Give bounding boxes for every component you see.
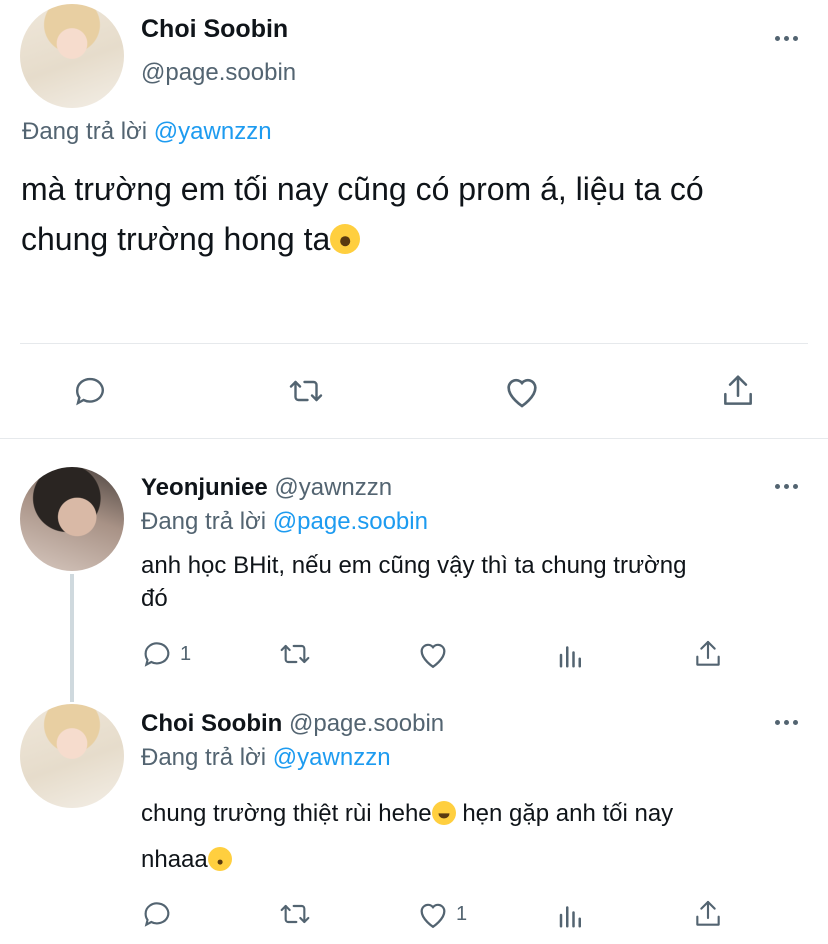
analytics-icon[interactable] [556, 900, 586, 930]
grinning-emoji-icon [431, 801, 456, 825]
author-handle[interactable]: @page.soobin [141, 59, 296, 87]
reply-prefix: Đang trả lời [22, 118, 148, 145]
share-icon[interactable] [719, 371, 757, 411]
author-name[interactable]: Choi Soobin [141, 15, 288, 44]
divider [0, 438, 828, 439]
author-name[interactable]: Yeonjuniee [141, 474, 268, 501]
avatar[interactable] [20, 704, 124, 808]
reply-icon[interactable] [72, 373, 108, 409]
author-handle[interactable]: @page.soobin [289, 710, 444, 737]
like-icon[interactable] [416, 898, 450, 930]
more-icon[interactable] [775, 720, 798, 725]
more-icon[interactable] [775, 36, 798, 41]
tweet-text: anh học BHit, nếu em cũng vậy thì ta chu… [141, 549, 686, 615]
analytics-icon[interactable] [556, 640, 586, 670]
retweet-icon[interactable] [276, 638, 314, 670]
share-icon[interactable] [692, 898, 724, 930]
avatar[interactable] [20, 4, 124, 108]
reply-prefix: Đang trả lời [141, 744, 267, 771]
tweet-header: Choi Soobin @page.soobin [141, 710, 444, 738]
tweet-text-line: chung trường hong ta [21, 214, 704, 264]
like-icon[interactable] [416, 638, 450, 670]
astonished-emoji-icon [330, 224, 361, 254]
like-count: 1 [456, 903, 468, 925]
mention-link[interactable]: @yawnzzn [154, 118, 272, 145]
tweet-text-line: nhaaa [141, 837, 673, 883]
reply-icon[interactable] [141, 638, 173, 670]
tweet-text-line: mà trường em tối nay cũng có prom á, liệ… [21, 171, 704, 207]
reply-context: Đang trả lời @yawnzzn [141, 744, 391, 772]
tweet-header: Yeonjuniee @yawnzzn [141, 474, 392, 502]
thread-line [70, 574, 74, 702]
kissing-emoji-icon [207, 847, 232, 871]
tweet-text: mà trường em tối nay cũng có prom á, liệ… [21, 164, 704, 264]
tweet-text-line: chung trường thiệt rùi hehe hẹn gặp anh … [141, 800, 674, 827]
reply-context: Đang trả lời @page.soobin [141, 508, 428, 536]
tweet-text: chung trường thiệt rùi hehe hẹn gặp anh … [141, 791, 673, 883]
retweet-icon[interactable] [284, 373, 328, 409]
author-handle[interactable]: @yawnzzn [274, 474, 392, 501]
tweet-text-line: anh học BHit, nếu em cũng vậy thì ta chu… [141, 552, 687, 579]
author-name[interactable]: Choi Soobin [141, 710, 282, 737]
reply-prefix: Đang trả lời [141, 508, 267, 535]
reply-count: 1 [180, 643, 192, 665]
like-icon[interactable] [502, 372, 542, 410]
tweet-text-line: đó [141, 585, 168, 612]
reply-icon[interactable] [141, 898, 173, 930]
share-icon[interactable] [692, 638, 724, 670]
reply-context: Đang trả lời @yawnzzn [22, 118, 272, 146]
divider [20, 343, 808, 344]
mention-link[interactable]: @yawnzzn [273, 744, 391, 771]
more-icon[interactable] [775, 484, 798, 489]
avatar[interactable] [20, 467, 124, 571]
retweet-icon[interactable] [276, 898, 314, 930]
mention-link[interactable]: @page.soobin [273, 508, 428, 535]
